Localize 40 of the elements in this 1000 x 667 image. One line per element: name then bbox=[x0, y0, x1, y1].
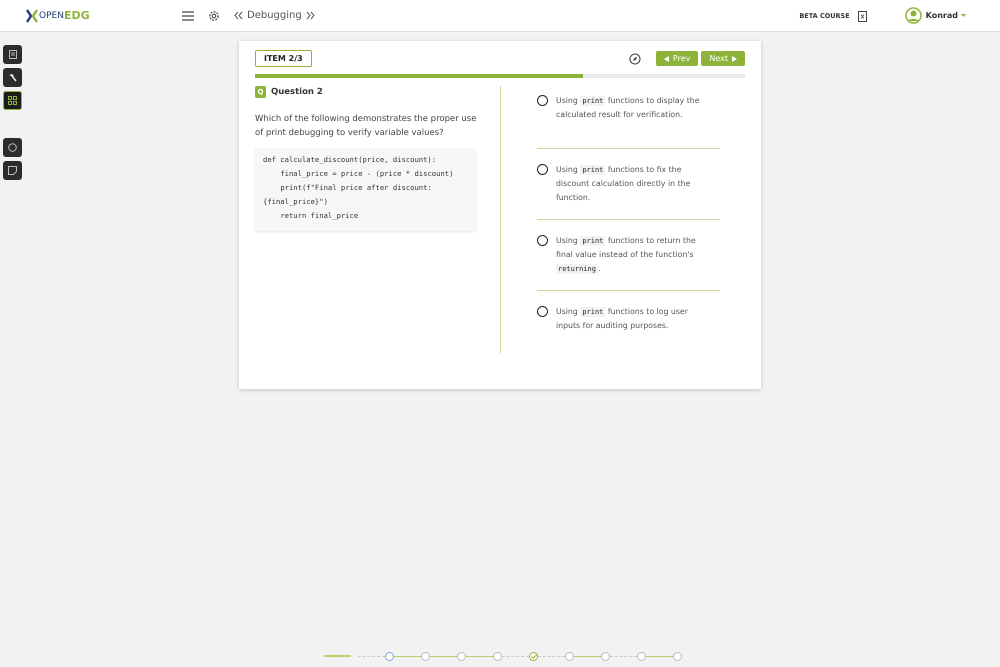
logo-icon bbox=[26, 8, 38, 22]
hammer-icon bbox=[8, 73, 17, 82]
breadcrumb-title: Debugging bbox=[247, 10, 302, 21]
note-icon bbox=[8, 166, 17, 175]
grid-tool-button[interactable] bbox=[3, 91, 22, 110]
stepper-line bbox=[324, 655, 351, 657]
step-node[interactable] bbox=[421, 652, 430, 660]
step-node[interactable] bbox=[673, 652, 682, 660]
grid-icon bbox=[8, 96, 17, 105]
step-node[interactable] bbox=[529, 652, 538, 660]
check-icon bbox=[530, 654, 536, 658]
page-tool-button[interactable] bbox=[3, 45, 22, 64]
compass-icon[interactable] bbox=[628, 52, 641, 64]
question-title: Question 2 bbox=[271, 87, 323, 97]
step-node[interactable] bbox=[385, 652, 394, 660]
note-tool-button[interactable] bbox=[3, 161, 22, 180]
next-icon[interactable] bbox=[306, 11, 315, 20]
step-node[interactable] bbox=[601, 652, 610, 660]
previous-icon[interactable] bbox=[234, 11, 243, 20]
hammer-tool-button[interactable] bbox=[3, 68, 22, 87]
radio-button[interactable] bbox=[537, 306, 548, 317]
user-name[interactable]: Konrad bbox=[926, 11, 958, 20]
logo[interactable]: OPENEDG bbox=[26, 8, 182, 22]
clipboard-icon[interactable] bbox=[858, 10, 867, 22]
radio-button[interactable] bbox=[537, 164, 548, 175]
settings-icon[interactable] bbox=[208, 10, 220, 22]
page-icon bbox=[8, 50, 16, 59]
step-node[interactable] bbox=[637, 652, 646, 660]
chat-icon bbox=[8, 143, 17, 152]
menu-icon[interactable] bbox=[182, 10, 194, 20]
step-node[interactable] bbox=[457, 652, 466, 660]
step-node[interactable] bbox=[493, 652, 502, 660]
question-text: Which of the following demonstrates the proper use of print debugging to verify variable values? bbox=[255, 113, 478, 140]
radio-button[interactable] bbox=[537, 95, 548, 106]
radio-button[interactable] bbox=[537, 235, 548, 246]
chat-tool-button[interactable] bbox=[3, 138, 22, 157]
item-counter: ITEM 2/3 bbox=[255, 50, 312, 67]
step-node[interactable] bbox=[565, 652, 574, 660]
left-triangle-icon bbox=[664, 56, 669, 62]
right-triangle-icon bbox=[732, 56, 737, 62]
